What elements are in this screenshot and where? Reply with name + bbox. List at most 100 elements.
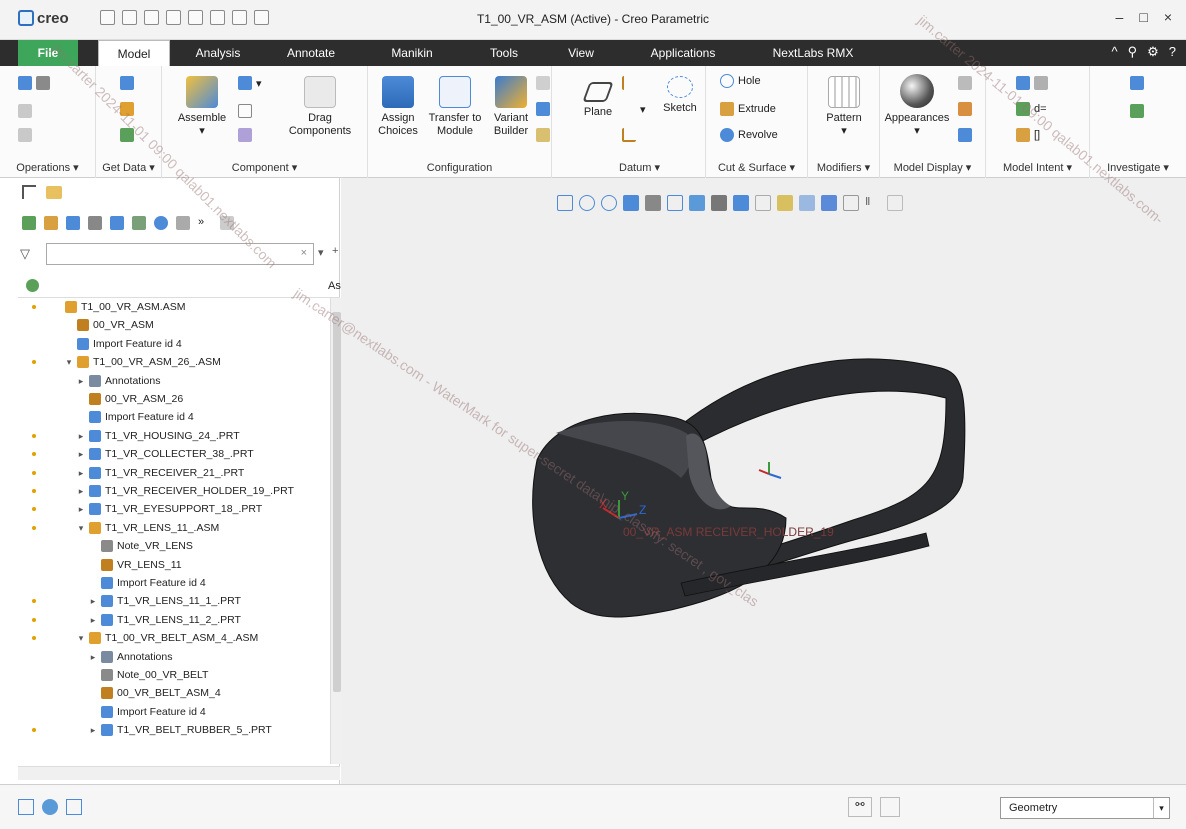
tree-row[interactable]: ▸ T1_VR_COLLECTER_38_.PRT xyxy=(32,445,254,463)
csys-button[interactable] xyxy=(622,128,636,142)
plane-button[interactable]: Plane xyxy=(578,76,618,119)
tree-row[interactable]: Import Feature id 4 xyxy=(76,408,194,426)
revolve-button[interactable]: Revolve xyxy=(720,128,778,142)
sketch-button[interactable]: Sketch xyxy=(658,76,702,115)
expand-toggle-icon[interactable]: ▸ xyxy=(76,464,86,482)
family-table-button[interactable] xyxy=(1016,76,1048,90)
create-component-button[interactable]: ▾ xyxy=(238,76,262,90)
mirror-component-button[interactable] xyxy=(238,128,252,142)
get-data-button-1[interactable] xyxy=(120,76,134,90)
group-label-component[interactable]: Component ▾ xyxy=(162,161,367,174)
expand-toggle-icon[interactable]: ▸ xyxy=(76,482,86,500)
add-filter-icon[interactable]: + xyxy=(332,245,338,257)
tree-row[interactable]: Note_VR_LENS xyxy=(88,537,193,555)
point-button[interactable]: ▾ xyxy=(622,102,646,116)
repeat-button[interactable] xyxy=(238,104,252,118)
tree-row[interactable]: ▸ Annotations xyxy=(76,372,160,390)
tree-row[interactable]: Import Feature id 4 xyxy=(88,574,206,592)
close-button[interactable]: × xyxy=(1164,9,1172,25)
full-screen-icon[interactable] xyxy=(66,799,82,815)
tab-annotate[interactable]: Annotate xyxy=(275,40,347,66)
tree-row[interactable]: ▸ T1_VR_BELT_RUBBER_5_.PRT xyxy=(32,721,272,739)
preview-icon[interactable] xyxy=(176,216,190,230)
tree-row[interactable]: T1_00_VR_ASM.ASM xyxy=(32,298,185,316)
tree-row[interactable]: VR_LENS_11 xyxy=(88,556,182,574)
expand-toggle-icon[interactable]: ▸ xyxy=(88,721,98,739)
collapse-ribbon-icon[interactable]: ^ xyxy=(1111,44,1117,60)
filter-tree-icon[interactable] xyxy=(132,216,146,230)
selection-filter-select[interactable]: Geometry ▾ xyxy=(1000,797,1170,819)
expand-toggle-icon[interactable]: ▾ xyxy=(76,519,86,537)
scene-button[interactable] xyxy=(958,128,972,142)
get-data-button-3[interactable] xyxy=(120,128,134,142)
appearances-button[interactable]: Appearances ▾ xyxy=(884,74,950,138)
settings-icon[interactable]: ⚙ xyxy=(1147,44,1159,60)
tree-row[interactable]: ▾ T1_00_VR_ASM_26_.ASM xyxy=(32,353,221,371)
tree-row[interactable]: ▾ T1_VR_LENS_11_.ASM xyxy=(32,519,219,537)
group-label-modifiers[interactable]: Modifiers ▾ xyxy=(808,161,879,174)
tree-column-settings-icon[interactable] xyxy=(26,279,39,292)
show-icon[interactable] xyxy=(22,216,36,230)
tab-analysis[interactable]: Analysis xyxy=(185,40,251,66)
axis-button[interactable] xyxy=(622,76,636,90)
folder-browser-tab-icon[interactable] xyxy=(46,185,62,199)
group-label-operations[interactable]: Operations ▾ xyxy=(0,161,95,174)
layer-tree-icon[interactable] xyxy=(110,216,124,230)
expand-toggle-icon[interactable]: ▸ xyxy=(76,427,86,445)
help-icon[interactable]: ? xyxy=(1169,44,1176,60)
tree-row[interactable]: ▸ T1_VR_RECEIVER_21_.PRT xyxy=(32,464,244,482)
filter-dropdown-icon[interactable]: ▾ xyxy=(318,246,324,259)
expand-toggle-icon[interactable]: ▸ xyxy=(88,611,98,629)
get-data-button-2[interactable] xyxy=(120,102,134,116)
model-tree-tab-icon[interactable] xyxy=(22,185,36,199)
tree-row[interactable]: ▸ Annotations xyxy=(88,648,172,666)
select-dropdown-icon[interactable]: ▾ xyxy=(1153,798,1169,818)
group-label-datum[interactable]: Datum ▾ xyxy=(574,161,705,174)
assemble-button[interactable]: Assemble ▾ xyxy=(172,76,232,138)
expand-toggle-icon[interactable]: ▸ xyxy=(76,500,86,518)
tree-row[interactable]: Import Feature id 4 xyxy=(64,335,182,353)
tree-row[interactable]: ▸ T1_VR_RECEIVER_HOLDER_19_.PRT xyxy=(32,482,294,500)
list-icon[interactable] xyxy=(66,216,80,230)
group-label-investigate[interactable]: Investigate ▾ xyxy=(1090,161,1186,174)
transfer-to-module-button[interactable]: Transfer to Module xyxy=(426,76,484,138)
tab-tools[interactable]: Tools xyxy=(480,40,528,66)
config-tool-2[interactable] xyxy=(536,102,550,116)
search-icon[interactable]: ⚲ xyxy=(1128,44,1138,60)
expand-toggle-icon[interactable]: ▸ xyxy=(76,445,86,463)
expand-toggle-icon[interactable]: ▾ xyxy=(64,353,74,371)
relations-button[interactable]: d= xyxy=(1016,102,1047,116)
column-header[interactable]: As xyxy=(328,280,341,292)
tab-model[interactable]: Model xyxy=(98,40,170,66)
minimize-button[interactable]: – xyxy=(1116,9,1124,25)
tree-horizontal-scrollbar[interactable] xyxy=(18,766,340,780)
copy-button[interactable] xyxy=(18,104,32,118)
tree-row[interactable]: ▸ T1_VR_LENS_11_2_.PRT xyxy=(32,611,241,629)
browser-icon[interactable] xyxy=(42,799,58,815)
columns-icon[interactable] xyxy=(88,216,102,230)
expand-toggle-icon[interactable]: ▸ xyxy=(76,372,86,390)
pattern-button[interactable]: Pattern ▾ xyxy=(814,76,874,138)
tab-manikin[interactable]: Manikin xyxy=(382,40,442,66)
group-label-model-intent[interactable]: Model Intent ▾ xyxy=(986,161,1089,174)
variant-builder-button[interactable]: Variant Builder xyxy=(488,76,534,138)
config-tool-1[interactable] xyxy=(536,76,550,90)
tab-file[interactable]: File xyxy=(18,40,78,66)
display-style-button[interactable] xyxy=(958,76,972,90)
tab-view[interactable]: View xyxy=(558,40,604,66)
group-label-get-data[interactable]: Get Data ▾ xyxy=(96,161,161,174)
expand-toggle-icon[interactable]: ▸ xyxy=(88,648,98,666)
scrollbar-thumb[interactable] xyxy=(333,312,341,692)
parameters-button[interactable]: [] xyxy=(1016,128,1040,142)
tab-applications[interactable]: Applications xyxy=(638,40,728,66)
investigate-button-1[interactable] xyxy=(1130,76,1144,90)
group-label-cut-surface[interactable]: Cut & Surface ▾ xyxy=(706,161,807,174)
investigate-button-2[interactable] xyxy=(1130,104,1144,118)
maximize-button[interactable]: □ xyxy=(1139,9,1147,25)
more-icon[interactable]: » xyxy=(198,216,212,230)
funnel-filter-icon[interactable]: ▽ xyxy=(20,246,30,262)
assign-choices-button[interactable]: Assign Choices xyxy=(372,76,424,138)
find-icon[interactable] xyxy=(154,216,168,230)
section-button[interactable] xyxy=(958,102,972,116)
tree-row[interactable]: 00_VR_ASM xyxy=(64,316,154,334)
